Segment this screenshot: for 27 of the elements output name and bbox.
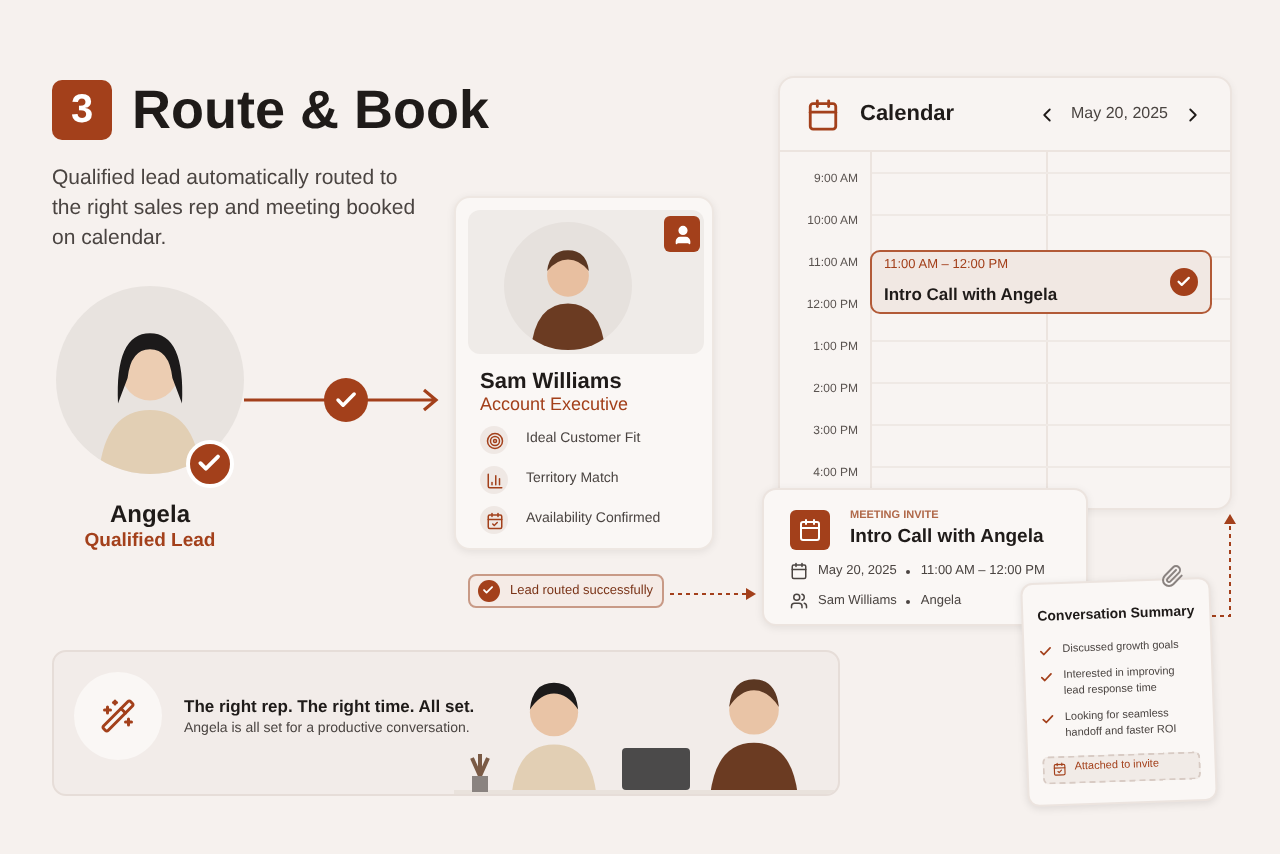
check-icon [1040,711,1056,726]
calendar-icon [480,506,508,534]
calendar-date: May 20, 2025 [1071,102,1168,126]
invite-title: Intro Call with Angela [850,524,1044,552]
rep-name: Sam Williams [480,368,622,397]
user-icon [664,216,700,252]
calendar-title: Calendar [860,99,955,130]
dotted-arrow [670,584,758,604]
calendar-icon [790,510,830,550]
description-text: Qualified lead automatically routed to the right sales rep and meeting booked on calendar. [52,164,418,254]
check-icon [478,580,500,602]
bars-icon [480,466,508,494]
dotted-arrow [1212,512,1236,620]
step-number-badge: 3 [52,80,112,140]
banner-headline: The right rep. The right time. All set. [184,694,475,720]
people-icon [790,592,808,611]
calendar-icon [806,97,840,131]
calendar-icon [790,562,808,581]
rep-role: Account Executive [480,392,629,418]
potted-plant-icon [466,752,494,792]
paperclip-icon [1160,564,1184,588]
magic-wand-icon [74,672,162,760]
lead-role: Qualified Lead [82,528,218,556]
target-icon [480,426,508,454]
page-title: Route & Book [132,83,489,137]
calendar-icon [1052,761,1067,777]
lead-name: Angela [107,498,193,532]
